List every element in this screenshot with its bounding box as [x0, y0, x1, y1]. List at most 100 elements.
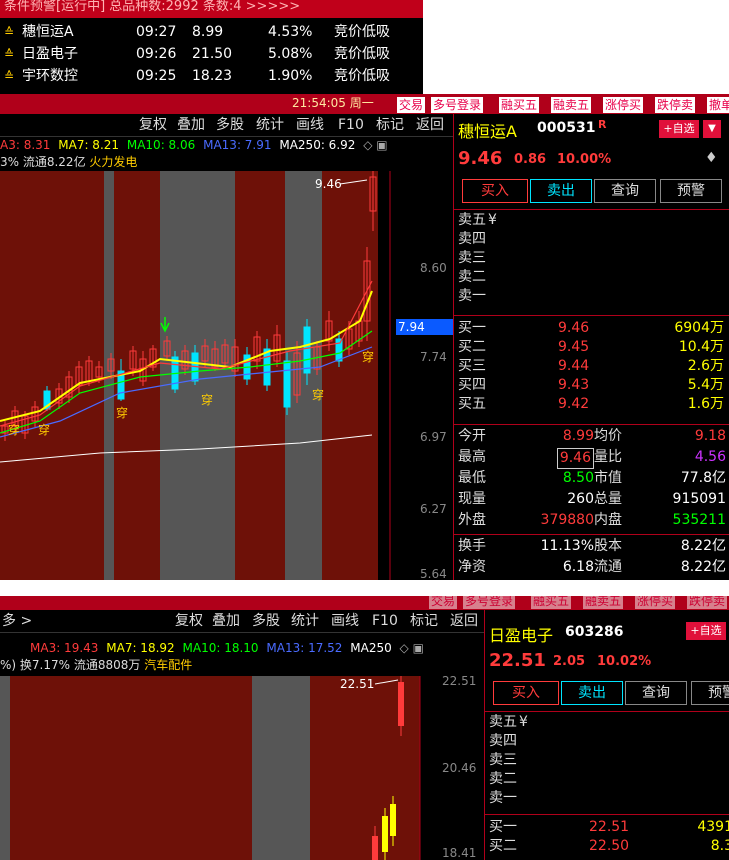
alert-button[interactable]: 预警	[660, 179, 722, 203]
clock: 21:54:05 周一	[292, 96, 374, 110]
toolbar-mark[interactable]: 标记	[376, 114, 404, 136]
sector-label[interactable]: 汽车配件	[144, 658, 192, 672]
level-price: 9.42	[558, 396, 590, 412]
kline-chart-2[interactable]: 22.51 22.51 20.46 18.41	[0, 676, 484, 860]
stat-label: 量比	[594, 449, 622, 465]
top-menu-bar: 21:54:05 周一 交易 多号登录 融买五 融卖五 涨停买 跌停卖 撤单	[0, 94, 729, 114]
sell-level-row[interactable]: 卖五 ¥	[489, 713, 729, 732]
sell-level-row[interactable]: 卖一	[458, 287, 726, 306]
sell-level-row[interactable]: 卖三	[489, 751, 729, 770]
alert-condition: 竞价低吸	[334, 24, 390, 40]
sell-level-row[interactable]: 卖五 ¥	[458, 211, 726, 230]
buy-level-row[interactable]: 买一 9.46 6904万	[458, 319, 726, 338]
toolbar-stats[interactable]: 统计	[256, 114, 284, 136]
toolbar-back[interactable]: 返回	[416, 114, 444, 136]
level-volume: 1.6万	[687, 396, 724, 412]
diamond-icon[interactable]: ◇ ▣	[400, 641, 424, 655]
menu-trade[interactable]: 交易	[428, 596, 459, 610]
sell-button[interactable]: 卖出	[561, 681, 623, 705]
alert-price: 21.50	[192, 46, 233, 62]
menu-margin-buy5[interactable]: 融买五	[530, 596, 573, 610]
menu-trade[interactable]: 交易	[396, 96, 427, 114]
sell-level-row[interactable]: 卖二	[489, 770, 729, 789]
level-label: 卖二	[489, 771, 517, 787]
alert-row[interactable]: ≙ 日盈电子 09:26 21.50 5.08% 竞价低吸	[0, 44, 423, 64]
ma250-value: MA250: 6.92	[279, 138, 356, 152]
buy-button[interactable]: 买入	[462, 179, 528, 203]
divider	[454, 209, 729, 210]
buy-level-row[interactable]: 买五 9.42 1.6万	[458, 395, 726, 414]
alert-condition: 竞价低吸	[334, 46, 390, 62]
stat-label: 最低	[458, 470, 486, 486]
toolbar-draw[interactable]: 画线	[331, 610, 359, 632]
sell-button[interactable]: 卖出	[530, 179, 592, 203]
toolbar-f10[interactable]: F10	[372, 610, 398, 632]
divider	[454, 534, 729, 535]
menu-limit-down-sell[interactable]: 跌停卖	[654, 96, 697, 114]
menu-multi-login[interactable]: 多号登录	[430, 96, 485, 114]
buy-level-row[interactable]: 买三 9.44 2.6万	[458, 357, 726, 376]
candle-body	[303, 326, 311, 374]
toolbar-back[interactable]: 返回	[450, 610, 478, 632]
level-price: 22.50	[589, 838, 630, 854]
add-watchlist-button[interactable]: +自选	[686, 622, 726, 640]
ma13-value: MA13: 7.91	[203, 138, 272, 152]
buy-level-row[interactable]: 买一 22.51 4391	[489, 818, 729, 837]
menu-cancel[interactable]: 撤单	[706, 96, 729, 114]
toolbar-multi[interactable]: 多股	[252, 610, 280, 632]
alert-stock-name: 宇环数控	[22, 68, 78, 84]
ma-legend: A3: 8.31 MA7: 8.21 MA10: 8.06 MA13: 7.91…	[0, 138, 388, 152]
menu-limit-up-buy[interactable]: 涨停买	[634, 596, 677, 610]
alert-stock-name: 穗恒运A	[22, 24, 74, 40]
stat-label: 现量	[458, 491, 486, 507]
level-price: 9.43	[558, 377, 590, 393]
buy-level-row[interactable]: 买四 9.43 5.4万	[458, 376, 726, 395]
menu-margin-buy5[interactable]: 融买五	[498, 96, 541, 114]
toolbar-f10[interactable]: F10	[338, 114, 364, 136]
toolbar-fuquan[interactable]: 复权	[175, 610, 203, 632]
toolbar-stats[interactable]: 统计	[291, 610, 319, 632]
alert-button[interactable]: 预警	[691, 681, 729, 705]
dropdown-icon[interactable]: ▼	[703, 120, 721, 138]
stat-value: 535211	[672, 512, 726, 528]
stat-value: 8.22亿	[680, 538, 726, 554]
toolbar-draw[interactable]: 画线	[296, 114, 324, 136]
sell-level-row[interactable]: 卖三	[458, 249, 726, 268]
ma7-value: MA7: 18.92	[106, 641, 175, 655]
stat-value: 8.22亿	[680, 559, 726, 575]
toolbar-multi[interactable]: 多股	[216, 114, 244, 136]
alert-row[interactable]: ≙ 穗恒运A 09:27 8.99 4.53% 竞价低吸	[0, 22, 423, 42]
menu-margin-sell5[interactable]: 融卖五	[582, 596, 625, 610]
level-volume: 10.4万	[678, 339, 724, 355]
ma-legend-2: MA3: 19.43 MA7: 18.92 MA10: 18.10 MA13: …	[30, 641, 424, 655]
sell-level-row[interactable]: 卖一	[489, 789, 729, 808]
toolbar-fuquan[interactable]: 复权	[139, 114, 167, 136]
menu-limit-down-sell[interactable]: 跌停卖	[686, 596, 729, 610]
diamond-icon[interactable]: ◇ ▣	[363, 138, 387, 152]
query-button[interactable]: 查询	[625, 681, 687, 705]
menu-limit-up-buy[interactable]: 涨停买	[602, 96, 645, 114]
sell-level-row[interactable]: 卖四	[489, 732, 729, 751]
toolbar-overlay[interactable]: 叠加	[212, 610, 240, 632]
query-button[interactable]: 查询	[594, 179, 656, 203]
toolbar-mark[interactable]: 标记	[410, 610, 438, 632]
menu-margin-sell5[interactable]: 融卖五	[550, 96, 593, 114]
alert-row[interactable]: ≙ 宇环数控 09:25 18.23 1.90% 竞价低吸	[0, 66, 423, 86]
toolbar-overlay[interactable]: 叠加	[177, 114, 205, 136]
float-info: 3% 流通8.22亿 火力发电	[0, 153, 137, 170]
more-menu[interactable]: 多 >	[2, 610, 32, 632]
add-watchlist-button[interactable]: +自选	[659, 120, 699, 138]
y-label: 20.46	[442, 761, 476, 775]
buy-level-row[interactable]: 买二 9.45 10.4万	[458, 338, 726, 357]
kline-chart-1[interactable]: 9.46 8.60 7.74 6.97 6.27 5.64 穿 穿 穿 穿 穿 …	[0, 171, 453, 580]
sector-label[interactable]: 火力发电	[89, 155, 137, 169]
buy-button[interactable]: 买入	[493, 681, 559, 705]
sell-orderbook: 卖五 ¥ 卖四 卖三 卖二卖一	[485, 713, 729, 813]
bell-icon[interactable]: ♦	[705, 150, 718, 166]
sell-level-row[interactable]: 卖四	[458, 230, 726, 249]
menu-multi-login[interactable]: 多号登录	[462, 596, 517, 610]
buy-level-row[interactable]: 买二 22.50 8.3	[489, 837, 729, 856]
sell-level-row[interactable]: 卖二	[458, 268, 726, 287]
alert-title-bar[interactable]: 条件预警[运行中] 总品种数:2992 条数:4 >>>>>	[0, 0, 423, 18]
yen-icon: ¥	[519, 714, 528, 730]
